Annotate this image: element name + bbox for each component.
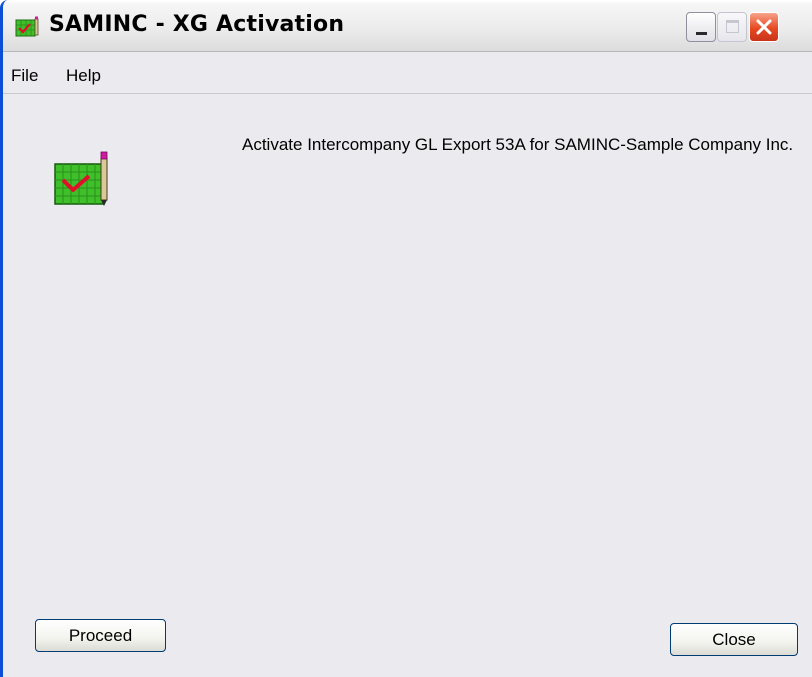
minimize-button[interactable] (686, 12, 716, 42)
close-icon (756, 19, 772, 35)
activation-message: Activate Intercompany GL Export 53A for … (242, 135, 794, 154)
window-title: SAMINC - XG Activation (49, 12, 345, 37)
close-button[interactable]: Close (670, 623, 798, 656)
maximize-button[interactable] (717, 12, 747, 42)
title-bar[interactable]: SAMINC - XG Activation (3, 0, 812, 52)
activation-window: SAMINC - XG Activation File Help Activat… (0, 0, 812, 677)
menu-file[interactable]: File (11, 66, 38, 86)
proceed-button[interactable]: Proceed (35, 619, 166, 652)
minimize-icon (696, 32, 707, 35)
menu-help[interactable]: Help (66, 66, 101, 86)
menu-bar: File Help (3, 52, 812, 94)
activation-checklist-icon (54, 151, 108, 206)
content-area: Activate Intercompany GL Export 53A for … (3, 94, 812, 677)
activation-checklist-icon (15, 16, 39, 37)
close-window-button[interactable] (749, 12, 779, 42)
maximize-icon (726, 20, 739, 33)
